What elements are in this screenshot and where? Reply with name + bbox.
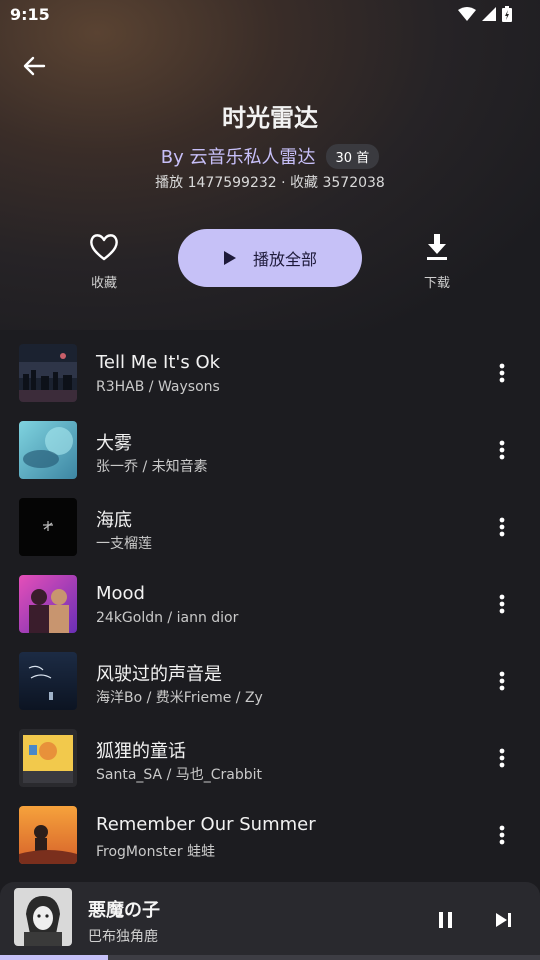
playlist-title: 时光雷达 (222, 104, 318, 132)
song-title: Remember Our Summer (96, 814, 316, 835)
download-label: 下载 (423, 276, 450, 291)
song-list: Tell Me It's Ok R3HAB / Waysons 大雾 张一乔 /… (0, 334, 540, 873)
song-title: 风驶过的声音是 (96, 664, 222, 685)
song-row[interactable]: Mood 24kGoldn / iann dior (0, 565, 540, 642)
more-options-icon[interactable] (490, 666, 514, 696)
more-options-icon[interactable] (490, 512, 514, 542)
play-all-button[interactable]: 播放全部 (178, 229, 362, 287)
more-options-icon[interactable] (490, 820, 514, 850)
skip-next-icon[interactable] (490, 906, 518, 934)
album-cover (19, 652, 77, 710)
more-options-icon[interactable] (490, 358, 514, 388)
playlist-stats: 播放 1477599232 · 收藏 3572038 (155, 175, 385, 191)
album-cover (19, 421, 77, 479)
now-playing-artist: 巴布独角鹿 (88, 929, 158, 945)
playlist-creator[interactable]: By 云音乐私人雷达 (161, 143, 316, 169)
now-playing-title: 悪魔の子 (88, 900, 160, 921)
mini-player[interactable]: 悪魔の子 巴布独角鹿 (0, 882, 540, 960)
album-cover (19, 344, 77, 402)
more-options-icon[interactable] (490, 743, 514, 773)
song-row[interactable]: 狐狸的童话 Santa_SA / 马也_Crabbit (0, 719, 540, 796)
playback-progress-bar[interactable] (0, 955, 540, 960)
song-title: 狐狸的童话 (96, 741, 186, 762)
song-title: 海底 (96, 510, 132, 531)
song-row[interactable]: 大雾 张一乔 / 未知音素 (0, 411, 540, 488)
song-artist: 张一乔 / 未知音素 (96, 459, 208, 475)
album-cover (19, 806, 77, 864)
song-row[interactable]: Remember Our Summer FrogMonster 蛙蛙 (0, 796, 540, 873)
more-options-icon[interactable] (490, 589, 514, 619)
song-row[interactable]: Tell Me It's Ok R3HAB / Waysons (0, 334, 540, 411)
favorite-button[interactable]: 收藏 (74, 232, 134, 291)
status-time: 9:15 (10, 5, 50, 24)
status-icons (458, 6, 512, 22)
back-arrow-icon[interactable] (20, 52, 48, 80)
download-button[interactable]: 下载 (407, 232, 467, 291)
song-artist: 24kGoldn / iann dior (96, 610, 239, 626)
song-row[interactable]: 风驶过的声音是 海洋Bo / 费米Frieme / Zy (0, 642, 540, 719)
play-icon (223, 251, 236, 265)
song-title: Mood (96, 583, 145, 604)
download-icon (427, 234, 447, 260)
album-cover (19, 729, 77, 787)
play-all-label: 播放全部 (252, 250, 317, 269)
status-bar: 9:15 (0, 0, 540, 30)
now-playing-cover (14, 888, 72, 946)
playback-progress-fill (0, 955, 108, 960)
track-count-badge: 30 首 (325, 143, 380, 169)
song-row[interactable]: 海底 一支榴莲 (0, 488, 540, 565)
favorite-label: 收藏 (90, 276, 117, 291)
battery-icon (502, 6, 512, 22)
wifi-icon (458, 7, 476, 21)
song-artist: 一支榴莲 (96, 536, 152, 552)
song-artist: 海洋Bo / 费米Frieme / Zy (96, 690, 263, 706)
song-artist: FrogMonster 蛙蛙 (96, 844, 216, 860)
more-options-icon[interactable] (490, 435, 514, 465)
song-title: Tell Me It's Ok (96, 352, 221, 373)
signal-icon (482, 7, 496, 21)
song-artist: R3HAB / Waysons (96, 379, 220, 395)
song-title: 大雾 (96, 433, 132, 454)
album-cover (19, 575, 77, 633)
playlist-byline: By 云音乐私人雷达 30 首 (0, 143, 540, 169)
heart-icon (90, 234, 118, 261)
pause-icon[interactable] (432, 906, 460, 934)
song-artist: Santa_SA / 马也_Crabbit (96, 767, 263, 783)
album-cover (19, 498, 77, 556)
